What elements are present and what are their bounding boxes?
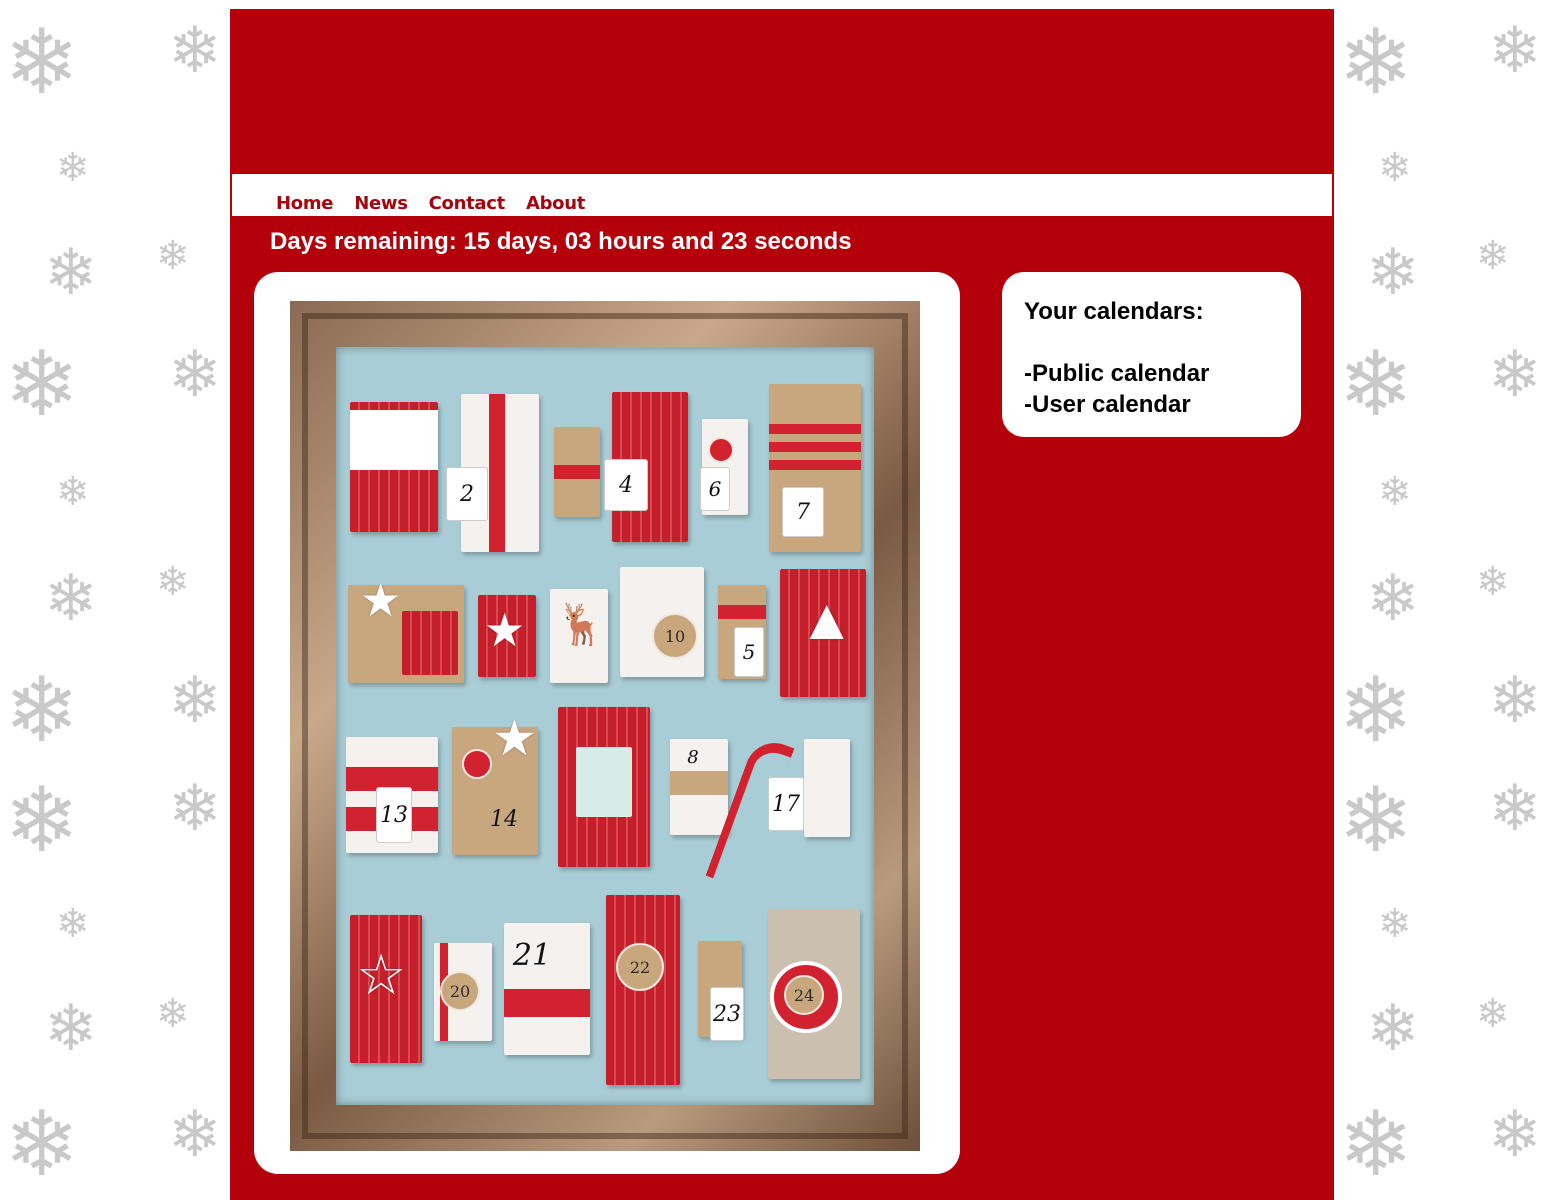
snowflake-icon: ❄ [1378,470,1412,514]
snowflake-icon: ❄ [1338,771,1414,871]
day-tag: 8 [687,746,699,768]
snowflake-icon: ❄ [1338,661,1414,761]
nav-link-contact[interactable]: Contact [429,193,506,214]
snowflake-icon: ❄ [56,146,90,190]
snowflake-icon: ❄ [1476,234,1510,278]
snowflake-icon: ❄ [56,470,90,514]
star-ornament-icon: ★ [492,710,537,766]
snowflake-icon: ❄ [156,560,190,604]
day-tag: 6 [700,467,730,511]
snowflake-icon: ❄ [168,14,222,86]
gift-box[interactable]: 🦌 [550,589,608,683]
snowflake-icon: ❄ [4,661,80,761]
snowflake-icon: ❄ [4,13,80,113]
snowflake-icon: ❄ [1476,992,1510,1036]
star-ornament-icon: ★ [484,604,526,656]
snowflake-icon: ❄ [168,772,222,844]
day-tag: 21 [512,937,552,973]
snowflake-icon: ❄ [44,992,98,1064]
nav-link-about[interactable]: About [526,193,585,214]
day-tag: 22 [616,943,664,991]
snowflake-icon: ❄ [168,1098,222,1170]
snowflake-icon: ❄ [168,338,222,410]
snowflake-icon: ❄ [44,562,98,634]
snowflake-icon: ❄ [156,234,190,278]
snowflake-icon: ❄ [1488,338,1542,410]
day-tag: 2 [446,467,488,521]
main-content-panel: 2 4 6 7 ★ ★ 🦌 10 5 ▲ 13 ★ 14 8 17 ☆ 20 2… [254,272,960,1174]
snowflake-icon: ❄ [1366,236,1420,308]
snowflake-icon: ❄ [156,992,190,1036]
header-banner [230,9,1334,172]
snowflake-icon: ❄ [1366,562,1420,634]
gift-box[interactable] [350,402,438,532]
snowflake-icon: ❄ [1488,772,1542,844]
snowflake-icon: ❄ [1338,335,1414,435]
day-tag: 13 [376,787,412,843]
day-tag: 4 [604,459,648,511]
day-tag: 20 [440,971,480,1011]
snowflake-icon: ❄ [1338,13,1414,113]
gift-box[interactable] [804,739,850,837]
nav-link-news[interactable]: News [354,193,408,214]
snowflake-icon: ❄ [4,335,80,435]
day-tag: 24 [784,975,824,1015]
page-container: Home News Contact About Days remaining: … [230,9,1334,1200]
day-tag: 5 [734,627,764,677]
snowflake-icon: ❄ [1378,146,1412,190]
day-tag: 7 [782,487,824,537]
gift-box[interactable] [558,707,650,867]
star-ornament-icon: ☆ [356,943,407,1006]
reindeer-icon: 🦌 [556,603,606,647]
gift-box[interactable] [554,427,600,517]
snowflake-icon: ❄ [1366,992,1420,1064]
nav-link-home[interactable]: Home [276,193,334,214]
advent-calendar-image: 2 4 6 7 ★ ★ 🦌 10 5 ▲ 13 ★ 14 8 17 ☆ 20 2… [290,301,920,1151]
star-ornament-icon: ★ [360,574,402,626]
calendars-heading: Your calendars: [1024,298,1204,325]
snowflake-icon: ❄ [1378,902,1412,946]
calendar-board: 2 4 6 7 ★ ★ 🦌 10 5 ▲ 13 ★ 14 8 17 ☆ 20 2… [336,347,874,1105]
day-tag: 10 [652,613,698,659]
snowflake-icon: ❄ [56,902,90,946]
snowflake-icon: ❄ [1476,560,1510,604]
calendars-panel: Your calendars: -Public calendar -User c… [1002,272,1301,437]
snowflake-icon: ❄ [1488,14,1542,86]
calendar-link-user[interactable]: -User calendar [1024,389,1279,420]
countdown-text: Days remaining: 15 days, 03 hours and 23… [270,228,852,255]
snowflake-icon: ❄ [168,664,222,736]
day-tag: 23 [710,987,744,1041]
snowflake-icon: ❄ [4,771,80,871]
snowflake-icon: ❄ [44,236,98,308]
tree-ornament-icon: ▲ [798,587,856,652]
snowflake-icon: ❄ [1338,1095,1414,1195]
snowflake-icon: ❄ [1488,664,1542,736]
snowflake-icon: ❄ [1488,1098,1542,1170]
snowflake-icon: ❄ [4,1095,80,1195]
main-nav: Home News Contact About [232,174,1332,216]
day-tag: 14 [484,791,524,847]
calendar-link-public[interactable]: -Public calendar [1024,358,1279,389]
